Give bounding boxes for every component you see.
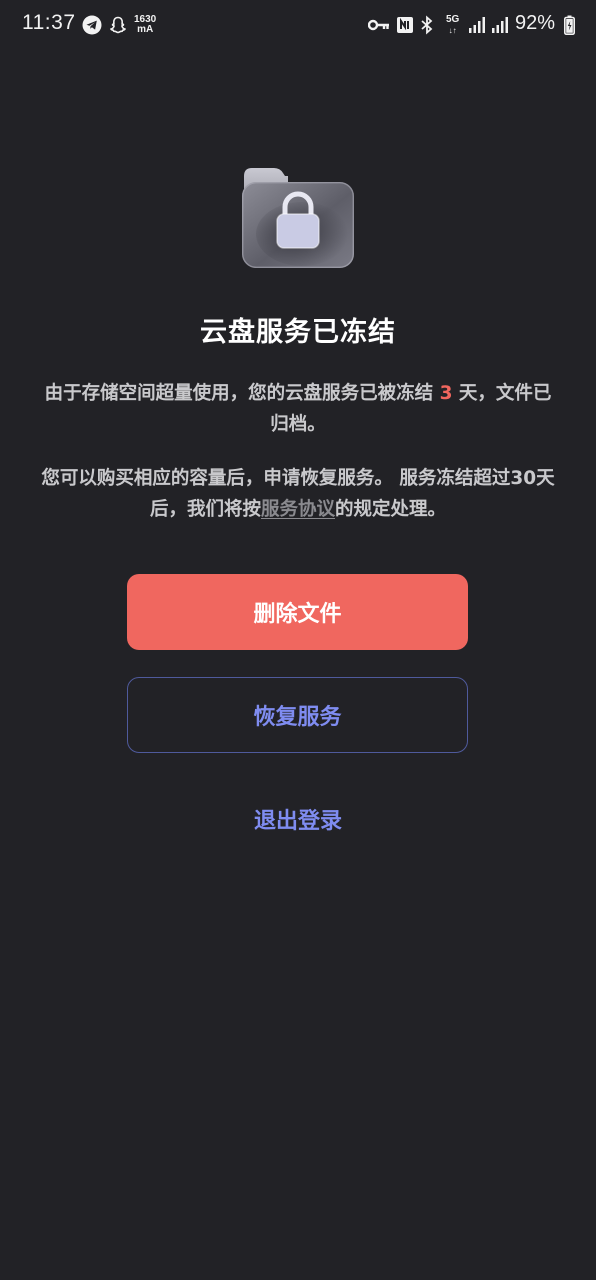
battery-charging-icon: [564, 14, 575, 36]
delete-files-label: 删除文件: [253, 602, 342, 627]
nfc-icon: [396, 14, 414, 36]
delete-files-button[interactable]: 删除文件: [127, 574, 468, 650]
frozen-days-count: 3: [439, 383, 453, 404]
service-agreement-link[interactable]: 服务协议: [261, 499, 335, 520]
restore-service-button[interactable]: 恢复服务: [127, 677, 468, 753]
logout-link[interactable]: 退出登录: [0, 803, 596, 835]
frozen-service-screen: 11:37 1630 mA 5G ↓↑ 92% 云盘服务已冻结 由于存储空间超量…: [0, 0, 596, 1280]
current-unit: mA: [137, 24, 154, 35]
signal-icon: [468, 14, 486, 36]
status-bar: 11:37 1630 mA 5G ↓↑ 92%: [0, 0, 596, 52]
signal-icon: [491, 14, 509, 36]
page-title: 云盘服务已冻结: [200, 317, 396, 348]
battery-level: 92%: [515, 12, 556, 34]
restore-service-label: 恢复服务: [253, 705, 342, 730]
telegram-icon: [82, 14, 102, 36]
network-type: 5G ↓↑: [446, 14, 460, 35]
status-time: 11:37: [22, 11, 76, 34]
locked-folder-icon: [238, 164, 358, 274]
restore-description: 您可以购买相应的容量后，申请恢复服务。 服务冻结超过30天后，我们将按服务协议的…: [41, 468, 555, 520]
current-readout: 1630 mA: [134, 15, 156, 35]
frozen-description: 由于存储空间超量使用，您的云盘服务已被冻结 3 天，文件已归档。: [44, 383, 552, 435]
bluetooth-icon: [420, 14, 434, 36]
key-icon: [368, 14, 390, 36]
snapchat-ghost-icon: [108, 14, 128, 36]
